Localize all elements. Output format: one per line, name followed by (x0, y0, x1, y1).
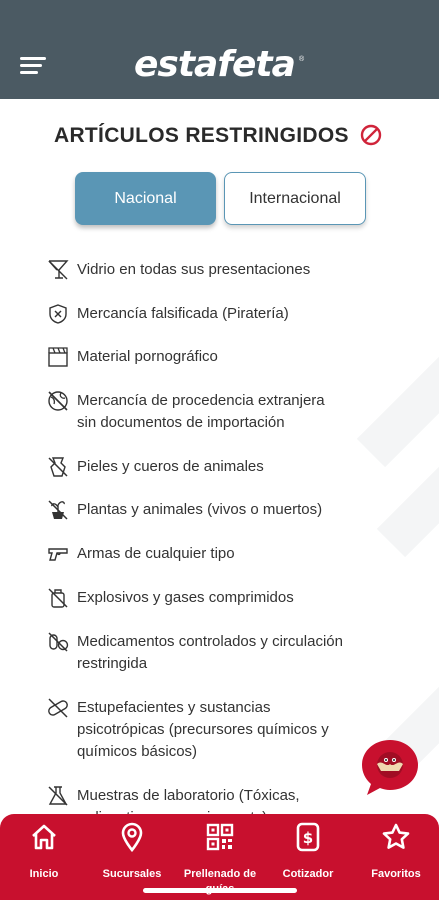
hamburger-menu-icon[interactable] (20, 55, 48, 77)
item-text-line: Material pornográfico (77, 348, 218, 365)
map-pin-icon (121, 822, 143, 852)
gun-icon (48, 548, 68, 561)
glass-icon (48, 260, 69, 280)
nav-item-favoritos[interactable]: Favoritos (352, 814, 439, 900)
registered-mark: ® (299, 56, 305, 63)
globe-slash-icon (48, 391, 68, 411)
item-text-line: Muestras de laboratorio (Tóxicas, (77, 787, 300, 804)
chat-assistant-button[interactable] (359, 737, 421, 797)
item-text-line: Mercancía de procedencia extranjera (77, 392, 325, 409)
shield-x-icon (49, 304, 67, 324)
prohibited-icon (360, 124, 382, 146)
film-clapper-icon (48, 347, 68, 367)
nav-label: Cotizador (282, 868, 334, 880)
item-text-line: químicos básicos) (77, 743, 198, 760)
nav-label: Inicio (29, 868, 59, 880)
item-text-line: Mercancía falsificada (Piratería) (77, 305, 289, 322)
tab-nacional[interactable]: Nacional (75, 172, 216, 225)
svg-text:$: $ (303, 829, 313, 847)
nav-item-inicio[interactable]: Inicio (0, 814, 88, 900)
title-row: ARTÍCULOS RESTRINGIDOS (0, 120, 439, 152)
item-text-line: Armas de cualquier tipo (77, 545, 235, 562)
item-text-line: Plantas y animales (vivos o muertos) (77, 501, 323, 518)
page-title: ARTÍCULOS RESTRINGIDOS (54, 124, 349, 147)
item-text-line: Pieles y cueros de animales (77, 458, 264, 475)
dollar-doc-icon: $ (296, 822, 320, 852)
gas-canister-icon (48, 588, 68, 608)
plant-slash-icon (48, 500, 68, 520)
tab-internacional[interactable]: Internacional (224, 172, 366, 225)
nav-label: Sucursales (102, 868, 162, 880)
item-text-line: Estupefacientes y sustancias (77, 699, 271, 716)
hide-slash-icon (48, 457, 68, 477)
star-icon (382, 823, 410, 849)
home-icon (32, 824, 56, 850)
item-text-line: Medicamentos controlados y circulación (77, 633, 343, 650)
brand-logo: estafeta (134, 44, 296, 85)
home-indicator[interactable] (143, 888, 297, 893)
nav-label: Favoritos (371, 868, 421, 880)
item-text-line: Explosivos y gases comprimidos (77, 589, 294, 606)
item-text-line: psicotrópicas (precursores químicos y (77, 721, 329, 738)
item-text-line: restringida (77, 655, 148, 672)
app-header: estafeta ® (0, 0, 439, 99)
capsule-slash-icon (48, 698, 68, 718)
qr-code-icon (206, 823, 234, 851)
flask-icon (48, 786, 68, 806)
item-text-line: sin documentos de importación (77, 414, 285, 431)
item-text-line: Vidrio en todas sus presentaciones (77, 261, 311, 278)
pills-slash-icon (48, 632, 69, 652)
